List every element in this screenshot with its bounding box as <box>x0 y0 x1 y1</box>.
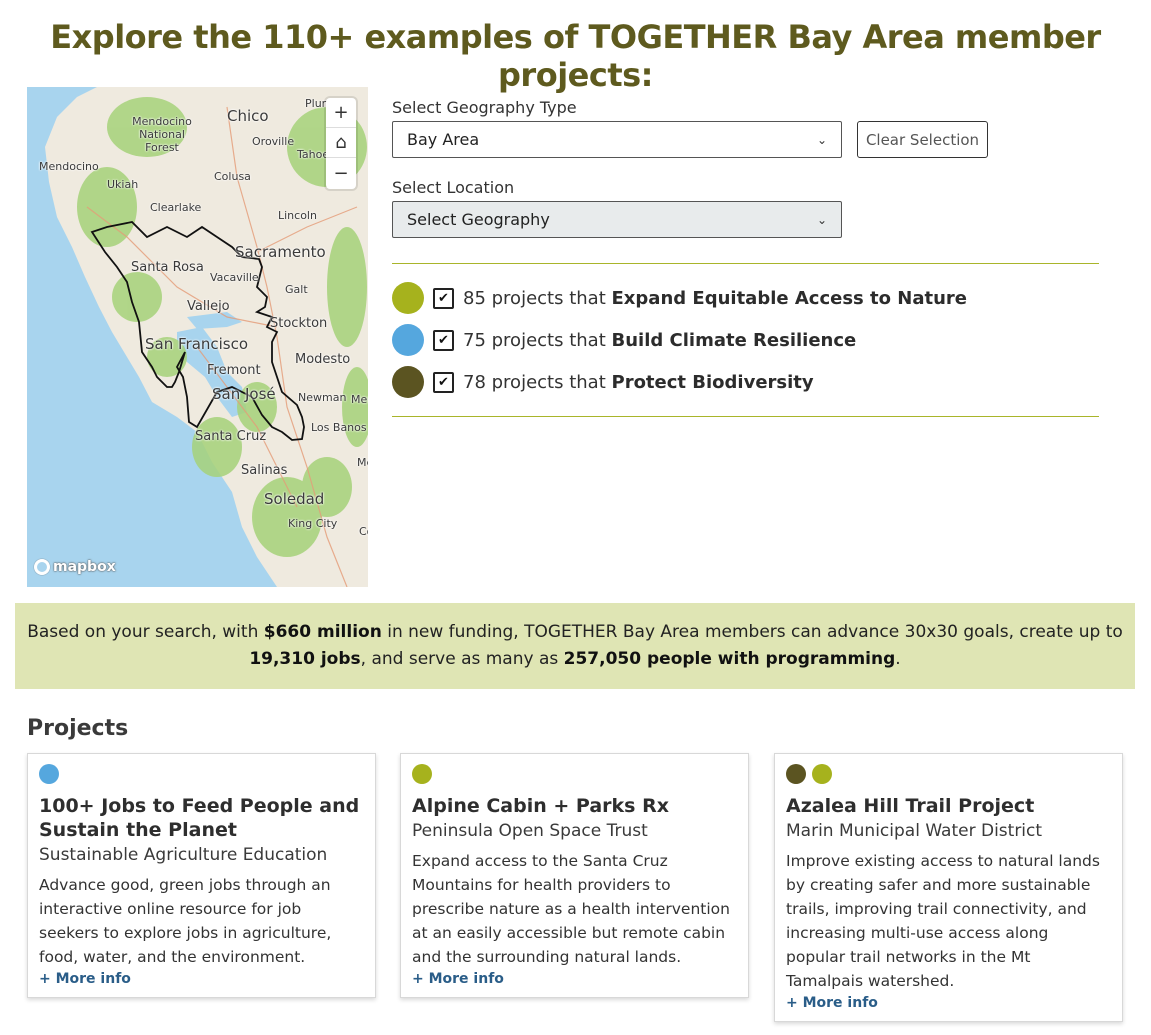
card-description: Expand access to the Santa Cruz Mountain… <box>412 852 730 966</box>
mapbox-attribution: mapbox <box>53 559 116 575</box>
card-title: 100+ Jobs to Feed People and Sustain the… <box>39 795 360 841</box>
goal-dot <box>39 764 59 784</box>
summary-part: , and serve as many as <box>360 649 564 669</box>
more-info-link[interactable]: + More info <box>786 995 1111 1011</box>
legend-label: 85 projects that Expand Equitable Access… <box>463 288 967 309</box>
map-label: Santa Cruz <box>195 429 267 444</box>
legend-row: ✔ 85 projects that Expand Equitable Acces… <box>392 282 967 314</box>
map-label: Newman <box>298 391 347 404</box>
legend-count: 75 projects that <box>463 329 606 351</box>
legend-label: 75 projects that Build Climate Resilienc… <box>463 330 856 351</box>
map-label: Co <box>359 525 368 538</box>
geography-type-select[interactable]: Bay Area ⌄ <box>392 121 842 158</box>
map-label: Oroville <box>252 135 295 148</box>
more-info-link[interactable]: + More info <box>412 971 737 987</box>
legend-checkbox[interactable]: ✔ <box>433 371 454 393</box>
legend-row: ✔ 78 projects that Protect Biodiversity <box>392 366 814 398</box>
card-org: Peninsula Open Space Trust <box>412 821 648 841</box>
legend-goal: Build Climate Resilience <box>611 329 857 351</box>
map-label: Vacaville <box>210 271 259 284</box>
geography-type-label: Select Geography Type <box>392 98 577 117</box>
project-card: 100+ Jobs to Feed People and Sustain the… <box>27 753 376 998</box>
legend-label: 78 projects that Protect Biodiversity <box>463 372 814 393</box>
card-org: Sustainable Agriculture Education <box>39 845 328 865</box>
legend-divider-bottom <box>392 416 1099 417</box>
project-card: Azalea Hill Trail Project Marin Municipal… <box>774 753 1123 1022</box>
more-info-link[interactable]: + More info <box>39 971 364 987</box>
legend-checkbox[interactable]: ✔ <box>433 329 454 351</box>
map-label: Mendocino National Forest <box>132 115 192 154</box>
clear-selection-button[interactable]: Clear Selection <box>857 121 988 158</box>
summary-jobs: 19,310 jobs <box>249 649 361 669</box>
goal-dot <box>812 764 832 784</box>
location-label: Select Location <box>392 178 515 197</box>
summary-part: in new funding, TOGETHER Bay Area member… <box>381 622 1123 642</box>
mapbox-ring-icon <box>34 559 50 575</box>
map-label: San José <box>212 385 276 403</box>
card-goal-dots <box>412 764 737 784</box>
map-label: Soledad <box>264 490 325 508</box>
legend-goal: Protect Biodiversity <box>611 371 814 393</box>
map-label: Mendocino <box>39 160 99 173</box>
legend-count: 78 projects that <box>463 371 606 393</box>
legend-goal: Expand Equitable Access to Nature <box>611 287 967 309</box>
summary-banner: Based on your search, with $660 million … <box>15 603 1135 689</box>
map-label: Stockton <box>270 316 328 331</box>
map-label: King City <box>288 517 338 530</box>
map-label: Me <box>357 456 368 469</box>
geography-type-value: Bay Area <box>407 130 480 149</box>
map-label: Vallejo <box>187 299 230 314</box>
mapbox-logo[interactable]: mapbox <box>34 559 116 575</box>
card-title: Azalea Hill Trail Project <box>786 795 1035 817</box>
summary-part: . <box>895 649 901 669</box>
summary-funding: $660 million <box>263 622 382 642</box>
card-goal-dots <box>39 764 364 784</box>
legend-row: ✔ 75 projects that Build Climate Resilien… <box>392 324 856 356</box>
summary-part: Based on your search, with <box>27 622 264 642</box>
map-label: Galt <box>285 283 308 296</box>
goal-dot <box>786 764 806 784</box>
map-label: Clearlake <box>150 201 202 214</box>
location-select[interactable]: Select Geography ⌄ <box>392 201 842 238</box>
map-label: Santa Rosa <box>131 260 204 275</box>
map-label: Tahoe <box>297 148 330 161</box>
page-title: Explore the 110+ examples of TOGETHER Ba… <box>50 18 1101 94</box>
map-label: Colusa <box>214 170 251 183</box>
summary-text: Based on your search, with $660 million … <box>25 619 1125 673</box>
map-label: Sacramento <box>235 243 326 261</box>
chevron-down-icon: ⌄ <box>816 212 827 227</box>
summary-people: 257,050 people with programming <box>563 649 896 669</box>
legend-divider-top <box>392 263 1099 264</box>
card-description: Improve existing access to natural lands… <box>786 852 1100 990</box>
map-label: Lincoln <box>278 209 317 222</box>
goal-dot <box>412 764 432 784</box>
map-zoom-control: + ⌂ − <box>326 98 356 189</box>
map-label: Modesto <box>295 352 351 367</box>
card-description: Advance good, green jobs through an inte… <box>39 876 332 966</box>
project-card: Alpine Cabin + Parks Rx Peninsula Open Sp… <box>400 753 749 998</box>
map-label: Chico <box>227 107 269 125</box>
map-label: Ukiah <box>107 178 139 191</box>
map-label: San Francisco <box>145 335 249 353</box>
legend-checkbox[interactable]: ✔ <box>433 287 454 309</box>
legend-color-dot <box>392 366 424 398</box>
project-map[interactable]: Chico Mendocino National Forest Oroville… <box>27 87 368 587</box>
map-label: Mer <box>351 393 368 406</box>
map-label: Fremont <box>207 363 261 378</box>
projects-heading: Projects <box>27 716 129 741</box>
zoom-out-button[interactable]: − <box>326 158 356 188</box>
location-value: Select Geography <box>407 210 550 229</box>
zoom-in-button[interactable]: + <box>326 98 356 128</box>
card-title: Alpine Cabin + Parks Rx <box>412 795 669 817</box>
legend-count: 85 projects that <box>463 287 606 309</box>
legend-color-dot <box>392 324 424 356</box>
map-label: Los Banos <box>311 421 367 434</box>
legend-color-dot <box>392 282 424 314</box>
card-goal-dots <box>786 764 1111 784</box>
chevron-down-icon: ⌄ <box>816 132 827 147</box>
map-label: Salinas <box>241 463 288 478</box>
home-icon[interactable]: ⌂ <box>326 128 356 158</box>
card-org: Marin Municipal Water District <box>786 821 1043 841</box>
